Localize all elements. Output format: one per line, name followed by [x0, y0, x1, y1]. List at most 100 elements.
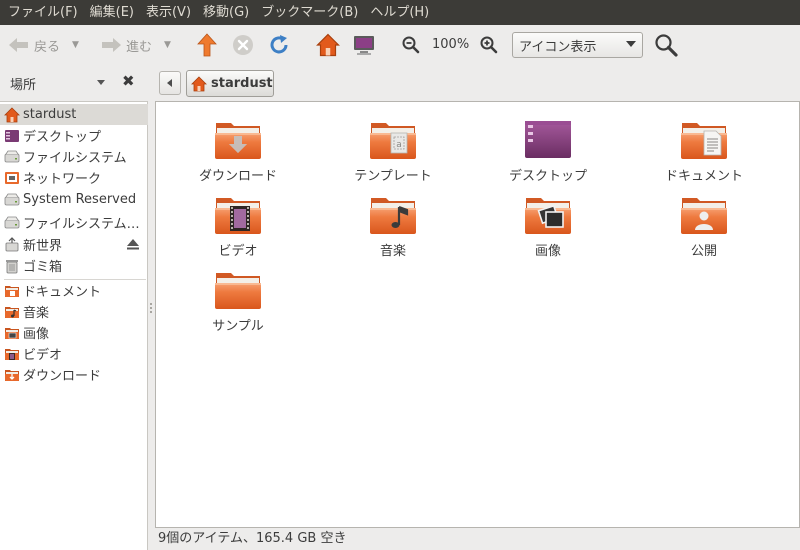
- file-name: テンプレート: [354, 169, 432, 184]
- zoom-out-icon: [402, 36, 420, 54]
- computer-icon: [354, 36, 374, 55]
- breadcrumb-label: stardust: [211, 76, 273, 91]
- chevron-down-icon[interactable]: [97, 80, 105, 85]
- drive-icon: [4, 215, 20, 231]
- home-icon: [191, 76, 207, 92]
- menu-edit[interactable]: 編集(E): [84, 0, 140, 25]
- location-back-button[interactable]: [159, 71, 181, 95]
- menu-file[interactable]: ファイル(F): [2, 0, 84, 25]
- reload-button[interactable]: [268, 25, 290, 65]
- file-name: 画像: [534, 244, 561, 259]
- drive-icon: [4, 192, 20, 208]
- sidebar-item-trash[interactable]: ゴミ箱: [0, 255, 148, 276]
- sidebar-item-label: デスクトップ: [23, 130, 102, 145]
- home-icon: [316, 33, 340, 57]
- trash-icon: [6, 259, 18, 273]
- desktop-icon: [5, 129, 19, 142]
- status-bar: 9個のアイテム、165.4 GB 空き: [158, 531, 347, 546]
- file-item-samples[interactable]: サンプル: [178, 269, 298, 334]
- sidebar-item-filesystem[interactable]: ファイルシステム: [0, 146, 148, 167]
- file-name: ドキュメント: [664, 169, 743, 184]
- sidebar-item-desktop[interactable]: デスクトップ: [0, 125, 148, 146]
- close-icon[interactable]: ✖: [122, 72, 135, 90]
- sidebar-item-system-reserved[interactable]: System Reserved: [0, 189, 148, 210]
- file-item-documents[interactable]: ドキュメント: [644, 119, 764, 184]
- sidebar-item-label: ビデオ: [23, 348, 63, 363]
- back-label: 戻る: [34, 39, 61, 55]
- file-item-pictures[interactable]: 画像: [488, 194, 608, 259]
- stop-button[interactable]: [232, 25, 254, 65]
- menu-view[interactable]: 表示(V): [140, 0, 197, 25]
- file-item-public[interactable]: 公開: [644, 194, 764, 259]
- videos-folder-icon: [214, 194, 262, 234]
- zoom-in-button[interactable]: [480, 25, 498, 65]
- forward-label: 進む: [126, 39, 153, 55]
- documents-folder-icon: [4, 283, 20, 299]
- file-item-desktop[interactable]: デスクトップ: [488, 119, 608, 184]
- desktop-folder-icon: [525, 121, 571, 158]
- file-item-videos[interactable]: ビデオ: [178, 194, 298, 259]
- menu-go[interactable]: 移動(G): [197, 0, 255, 25]
- file-name: ダウンロード: [198, 169, 277, 184]
- view-mode-select[interactable]: アイコン表示: [512, 32, 643, 58]
- zoom-in-icon: [480, 36, 498, 54]
- back-history-icon[interactable]: ▼: [72, 40, 79, 50]
- pictures-folder-icon: [4, 325, 20, 341]
- sidebar-item-network[interactable]: ネットワーク: [0, 167, 148, 188]
- search-button[interactable]: [654, 25, 678, 65]
- toolbar: 戻る ▼ 進む ▼ 100% アイコン表示: [0, 25, 800, 65]
- pane-resize-handle[interactable]: [149, 302, 153, 314]
- home-icon: [4, 107, 20, 123]
- file-name: 公開: [690, 244, 717, 259]
- music-folder-icon: [4, 304, 20, 320]
- sidebar-title[interactable]: 場所: [10, 74, 36, 93]
- music-folder-icon: [369, 194, 417, 234]
- sidebar-item-label: 画像: [23, 327, 50, 342]
- folder-icon: [214, 269, 262, 309]
- downloads-folder-icon: [4, 367, 20, 383]
- file-item-downloads[interactable]: ダウンロード: [178, 119, 298, 184]
- pictures-folder-icon: [524, 194, 572, 234]
- sidebar-bookmark-music[interactable]: 音楽: [0, 301, 148, 322]
- sidebar-item-label: ドキュメント: [23, 285, 102, 300]
- forward-button[interactable]: 進む ▼: [100, 25, 171, 65]
- forward-history-icon[interactable]: ▼: [164, 40, 171, 50]
- menu-help[interactable]: ヘルプ(H): [364, 0, 435, 25]
- sidebar-item-label: ファイルシステム: [23, 151, 127, 166]
- sidebar-item-label: 新世界: [23, 239, 63, 254]
- sidebar-item-filesystem-2[interactable]: ファイルシステム…: [0, 212, 148, 233]
- sidebar-item-label: ネットワーク: [23, 172, 102, 187]
- back-arrow-icon: [9, 38, 28, 52]
- menu-bookmarks[interactable]: ブックマーク(B): [255, 0, 364, 25]
- computer-button[interactable]: [352, 25, 376, 65]
- svg-text:a: a: [396, 140, 402, 150]
- up-button[interactable]: [197, 25, 217, 65]
- reload-icon: [270, 35, 288, 54]
- sidebar: stardust デスクトップ ファイルシステム ネットワーク System R…: [0, 101, 148, 550]
- sidebar-bookmark-videos[interactable]: ビデオ: [0, 343, 148, 364]
- sidebar-item-label: ダウンロード: [23, 369, 102, 384]
- file-item-templates[interactable]: a テンプレート: [333, 119, 453, 184]
- file-name: 音楽: [379, 244, 406, 259]
- documents-folder-icon: [680, 119, 728, 159]
- file-name: ビデオ: [218, 244, 258, 259]
- zoom-out-button[interactable]: [402, 25, 420, 65]
- forward-arrow-icon: [102, 38, 121, 52]
- view-mode-value: アイコン表示: [519, 39, 597, 55]
- back-button[interactable]: 戻る ▼: [8, 25, 79, 65]
- sidebar-item-label: stardust: [23, 107, 77, 122]
- sidebar-bookmark-documents[interactable]: ドキュメント: [0, 280, 148, 301]
- breadcrumb-home[interactable]: stardust: [186, 70, 274, 97]
- public-folder-icon: [680, 194, 728, 234]
- sidebar-item-home[interactable]: stardust: [0, 104, 148, 125]
- sidebar-bookmark-downloads[interactable]: ダウンロード: [0, 364, 148, 385]
- sidebar-item-shinsekai[interactable]: 新世界: [0, 234, 148, 255]
- menubar: ファイル(F) 編集(E) 表示(V) 移動(G) ブックマーク(B) ヘルプ(…: [0, 0, 800, 25]
- sidebar-item-label: ゴミ箱: [23, 260, 63, 275]
- file-item-music[interactable]: 音楽: [333, 194, 453, 259]
- eject-icon[interactable]: [125, 236, 141, 252]
- sidebar-bookmark-pictures[interactable]: 画像: [0, 322, 148, 343]
- file-icon-view: ダウンロード a テンプレート デスクトップ ドキュメント ビデオ 音楽 画像 …: [155, 101, 800, 528]
- templates-folder-icon: a: [369, 119, 417, 159]
- home-button[interactable]: [316, 25, 340, 65]
